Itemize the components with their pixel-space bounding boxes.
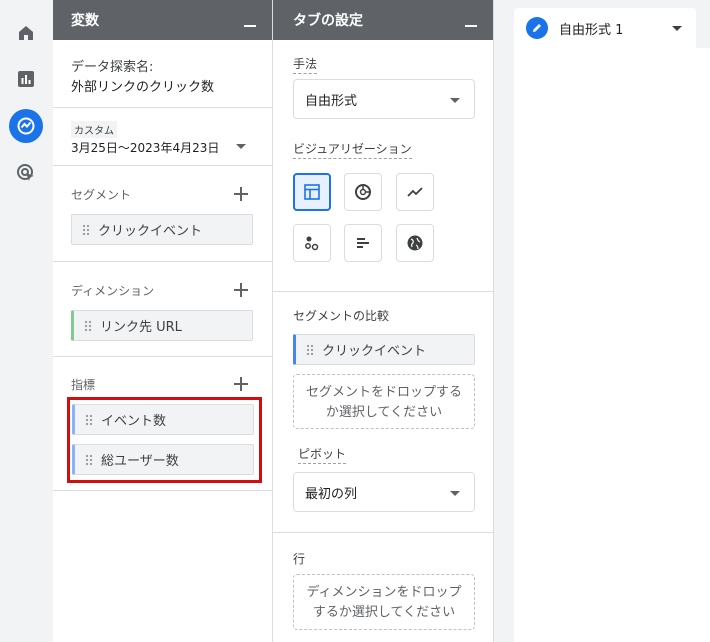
pivot-select[interactable]: 最初の列 bbox=[293, 472, 475, 512]
date-range-text[interactable]: 3月25日～2023年4月23日 bbox=[71, 139, 219, 156]
rows-section: 行 ディメンションをドロップ するか選択してください bbox=[273, 533, 493, 642]
add-segment-icon[interactable] bbox=[234, 187, 248, 201]
reports-icon[interactable] bbox=[9, 62, 43, 96]
segments-section: セグメント クリックイベント bbox=[53, 166, 272, 262]
dimension-chip[interactable]: リンク先 URL bbox=[71, 310, 253, 341]
report-canvas[interactable] bbox=[514, 48, 710, 642]
segment-compare-chip[interactable]: クリックイベント bbox=[293, 334, 475, 365]
segment-pivot-section: セグメントの比較 クリックイベント セグメントをドロップする か選択してください… bbox=[273, 292, 493, 533]
segment-chip-label: クリックイベント bbox=[98, 224, 203, 239]
minimize-icon[interactable] bbox=[244, 25, 256, 27]
donut-chart-icon[interactable] bbox=[344, 173, 382, 211]
dimension-chip-label: リンク先 URL bbox=[100, 320, 182, 335]
rows-label: 行 bbox=[293, 552, 306, 566]
technique-select[interactable]: 自由形式 bbox=[293, 79, 475, 119]
date-badge: カスタム bbox=[71, 121, 117, 138]
segment-drop-zone[interactable]: セグメントをドロップする か選択してください bbox=[293, 374, 475, 429]
segment-compare-label: セグメントの比較 bbox=[293, 309, 390, 323]
drag-handle-icon[interactable] bbox=[82, 223, 90, 236]
exploration-name-section: データ探索名: 外部リンクのクリック数 bbox=[53, 40, 272, 108]
technique-label: 手法 bbox=[293, 55, 318, 74]
add-dimension-icon[interactable] bbox=[234, 283, 248, 297]
segment-compare-chip-label: クリックイベント bbox=[322, 344, 427, 359]
visualization-label: ビジュアリゼーション bbox=[293, 140, 412, 159]
variables-panel: 変数 データ探索名: 外部リンクのクリック数 カスタム 3月25日～2023年4… bbox=[53, 0, 273, 642]
pencil-icon[interactable] bbox=[526, 17, 548, 39]
technique-select-value: 自由形式 bbox=[305, 93, 358, 109]
variables-panel-title: 変数 bbox=[71, 13, 99, 29]
highlight-box bbox=[67, 397, 262, 483]
tab-settings-title: タブの設定 bbox=[293, 13, 363, 29]
exploration-name-label: データ探索名: bbox=[71, 60, 154, 75]
pivot-select-value: 最初の列 bbox=[305, 486, 358, 502]
rows-drop-zone[interactable]: ディメンションをドロップ するか選択してください bbox=[293, 574, 475, 630]
canvas-area: 自由形式 1 bbox=[494, 0, 710, 642]
line-chart-icon[interactable] bbox=[396, 173, 434, 211]
chevron-down-icon bbox=[450, 98, 460, 103]
scatter-icon[interactable] bbox=[293, 224, 331, 262]
drag-handle-icon[interactable] bbox=[306, 343, 314, 356]
nav-rail bbox=[0, 0, 53, 642]
advertising-icon[interactable] bbox=[9, 156, 43, 190]
dimensions-section: ディメンション リンク先 URL bbox=[53, 262, 272, 357]
home-icon[interactable] bbox=[9, 16, 43, 50]
geo-map-icon[interactable] bbox=[396, 224, 434, 262]
minimize-icon[interactable] bbox=[465, 25, 477, 27]
segments-label: セグメント bbox=[71, 188, 132, 202]
add-metric-icon[interactable] bbox=[234, 377, 248, 391]
explore-icon[interactable] bbox=[9, 109, 43, 143]
tab-settings-panel: タブの設定 手法 自由形式 ビジュアリゼーション セグメントの比較 クリックイベ… bbox=[273, 0, 494, 642]
date-range-section[interactable]: カスタム 3月25日～2023年4月23日 bbox=[53, 108, 272, 166]
technique-viz-section: 手法 自由形式 ビジュアリゼーション bbox=[273, 40, 493, 292]
pivot-label: ピボット bbox=[298, 445, 347, 464]
app-root: 変数 データ探索名: 外部リンクのクリック数 カスタム 3月25日～2023年4… bbox=[0, 0, 710, 642]
exploration-name-field[interactable]: 外部リンクのクリック数 bbox=[71, 76, 214, 95]
metrics-label: 指標 bbox=[71, 378, 96, 392]
variables-panel-header: 変数 bbox=[53, 0, 272, 40]
chevron-down-icon[interactable] bbox=[236, 144, 246, 149]
bar-chart-icon[interactable] bbox=[344, 224, 382, 262]
table-icon[interactable] bbox=[293, 173, 331, 211]
tab-freeform-1[interactable]: 自由形式 1 bbox=[514, 8, 696, 48]
chevron-down-icon bbox=[450, 491, 460, 496]
drag-handle-icon[interactable] bbox=[84, 319, 92, 332]
segment-chip[interactable]: クリックイベント bbox=[71, 214, 253, 245]
tab-settings-header: タブの設定 bbox=[273, 0, 493, 40]
tab-name: 自由形式 1 bbox=[559, 22, 624, 38]
dimensions-label: ディメンション bbox=[71, 284, 155, 298]
chevron-down-icon[interactable] bbox=[672, 26, 682, 31]
